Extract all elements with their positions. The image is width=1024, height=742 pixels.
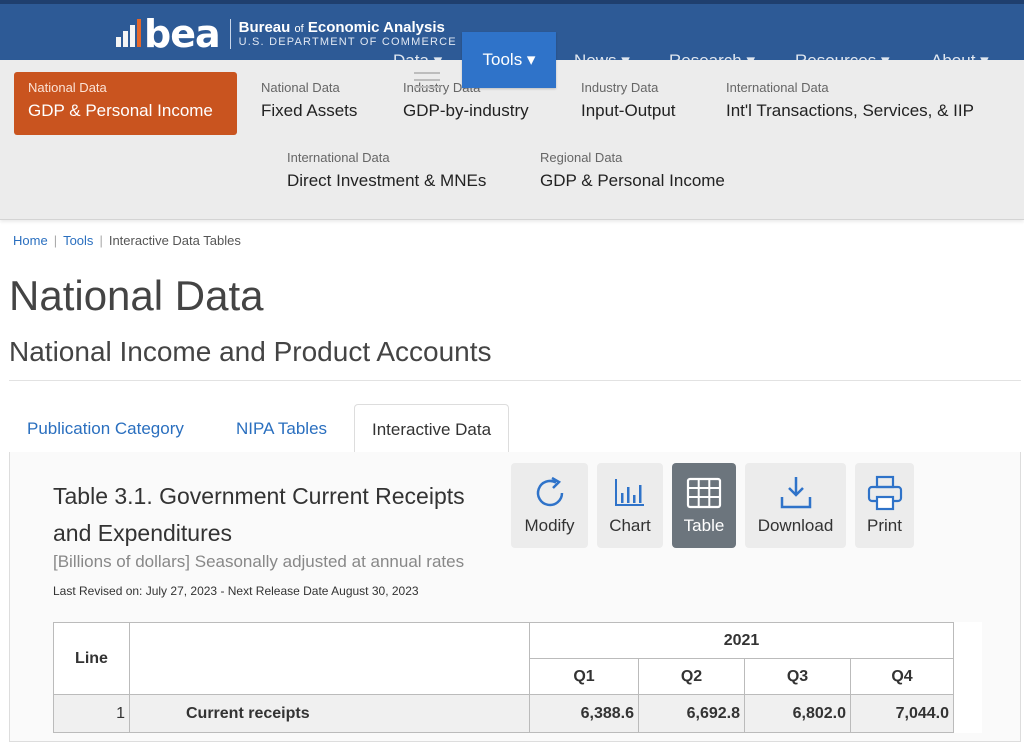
page-subtitle: National Income and Product Accounts	[9, 336, 492, 367]
menu-fixed-assets[interactable]: National Data Fixed Assets	[247, 72, 371, 129]
bea-logo[interactable]: bea Bureau of Economic Analysis U.S. DEP…	[114, 14, 457, 54]
cell-value: 6,388.6	[529, 694, 639, 733]
divider	[9, 380, 1021, 381]
print-button[interactable]: Print	[855, 463, 914, 548]
bar-chart-logo-icon	[114, 19, 142, 49]
bar-chart-icon	[615, 479, 644, 506]
table-grid-icon	[686, 477, 722, 509]
data-table: Line 2021 Q1 Q2 Q3 Q4 1 Current receipts…	[53, 622, 982, 733]
column-header-q1: Q1	[529, 658, 639, 695]
chart-button[interactable]: Chart	[597, 463, 663, 548]
breadcrumb: Home | Tools | Interactive Data Tables	[13, 233, 241, 248]
download-button[interactable]: Download	[745, 463, 846, 548]
table-button[interactable]: Table	[672, 463, 736, 548]
column-header-q3: Q3	[744, 658, 851, 695]
table-gutter	[953, 622, 982, 733]
column-header-q4: Q4	[850, 658, 954, 695]
cell-value: 6,692.8	[638, 694, 745, 733]
tab-interactive-data[interactable]: Interactive Data	[354, 404, 510, 453]
cell-label: Current receipts	[129, 694, 530, 733]
page-title: National Data	[9, 272, 264, 319]
logo-word: bea	[144, 12, 221, 56]
modify-button[interactable]: Modify	[511, 463, 588, 548]
revision-info: Last Revised on: July 27, 2023 - Next Re…	[53, 584, 419, 598]
cell-value: 7,044.0	[850, 694, 954, 733]
refresh-icon	[536, 476, 563, 507]
menu-input-output[interactable]: Industry Data Input-Output	[567, 72, 690, 129]
column-header-q2: Q2	[638, 658, 745, 695]
tab-bar: Publication Category NIPA Tables Interac…	[9, 404, 1021, 453]
tools-menu-button[interactable]: Tools ▾	[462, 32, 556, 88]
table-title: Table 3.1. Government Current Receipts a…	[53, 483, 465, 546]
download-icon	[780, 477, 811, 509]
column-header-description	[129, 622, 530, 695]
tab-publication-category[interactable]: Publication Category	[10, 404, 201, 453]
menu-intl-transactions[interactable]: International Data Int'l Transactions, S…	[712, 72, 988, 129]
breadcrumb-current: Interactive Data Tables	[108, 233, 241, 248]
breadcrumb-tools[interactable]: Tools	[63, 233, 93, 248]
breadcrumb-home[interactable]: Home	[13, 233, 48, 248]
table-row: 1 Current receipts 6,388.6 6,692.8 6,802…	[53, 694, 982, 733]
logo-divider	[229, 19, 231, 49]
hamburger-icon[interactable]	[414, 72, 440, 93]
breadcrumb-separator: |	[99, 233, 103, 248]
agency-name: Bureau of Economic Analysis U.S. DEPARTM…	[238, 19, 457, 48]
tab-nipa-tables[interactable]: NIPA Tables	[219, 404, 344, 453]
menu-national-gdp-personal-income[interactable]: National Data GDP & Personal Income	[14, 72, 237, 135]
department-name: U.S. DEPARTMENT OF COMMERCE	[238, 36, 457, 48]
printer-icon	[867, 475, 902, 511]
menu-direct-investment[interactable]: International Data Direct Investment & M…	[273, 142, 500, 199]
cell-value: 6,802.0	[744, 694, 851, 733]
breadcrumb-separator: |	[53, 233, 58, 248]
column-header-line: Line	[53, 622, 130, 695]
table-units: [Billions of dollars] Seasonally adjuste…	[53, 552, 465, 571]
menu-regional-gdp-personal-income[interactable]: Regional Data GDP & Personal Income	[526, 142, 739, 199]
cell-line-number: 1	[53, 694, 130, 733]
column-header-year: 2021	[529, 622, 954, 659]
